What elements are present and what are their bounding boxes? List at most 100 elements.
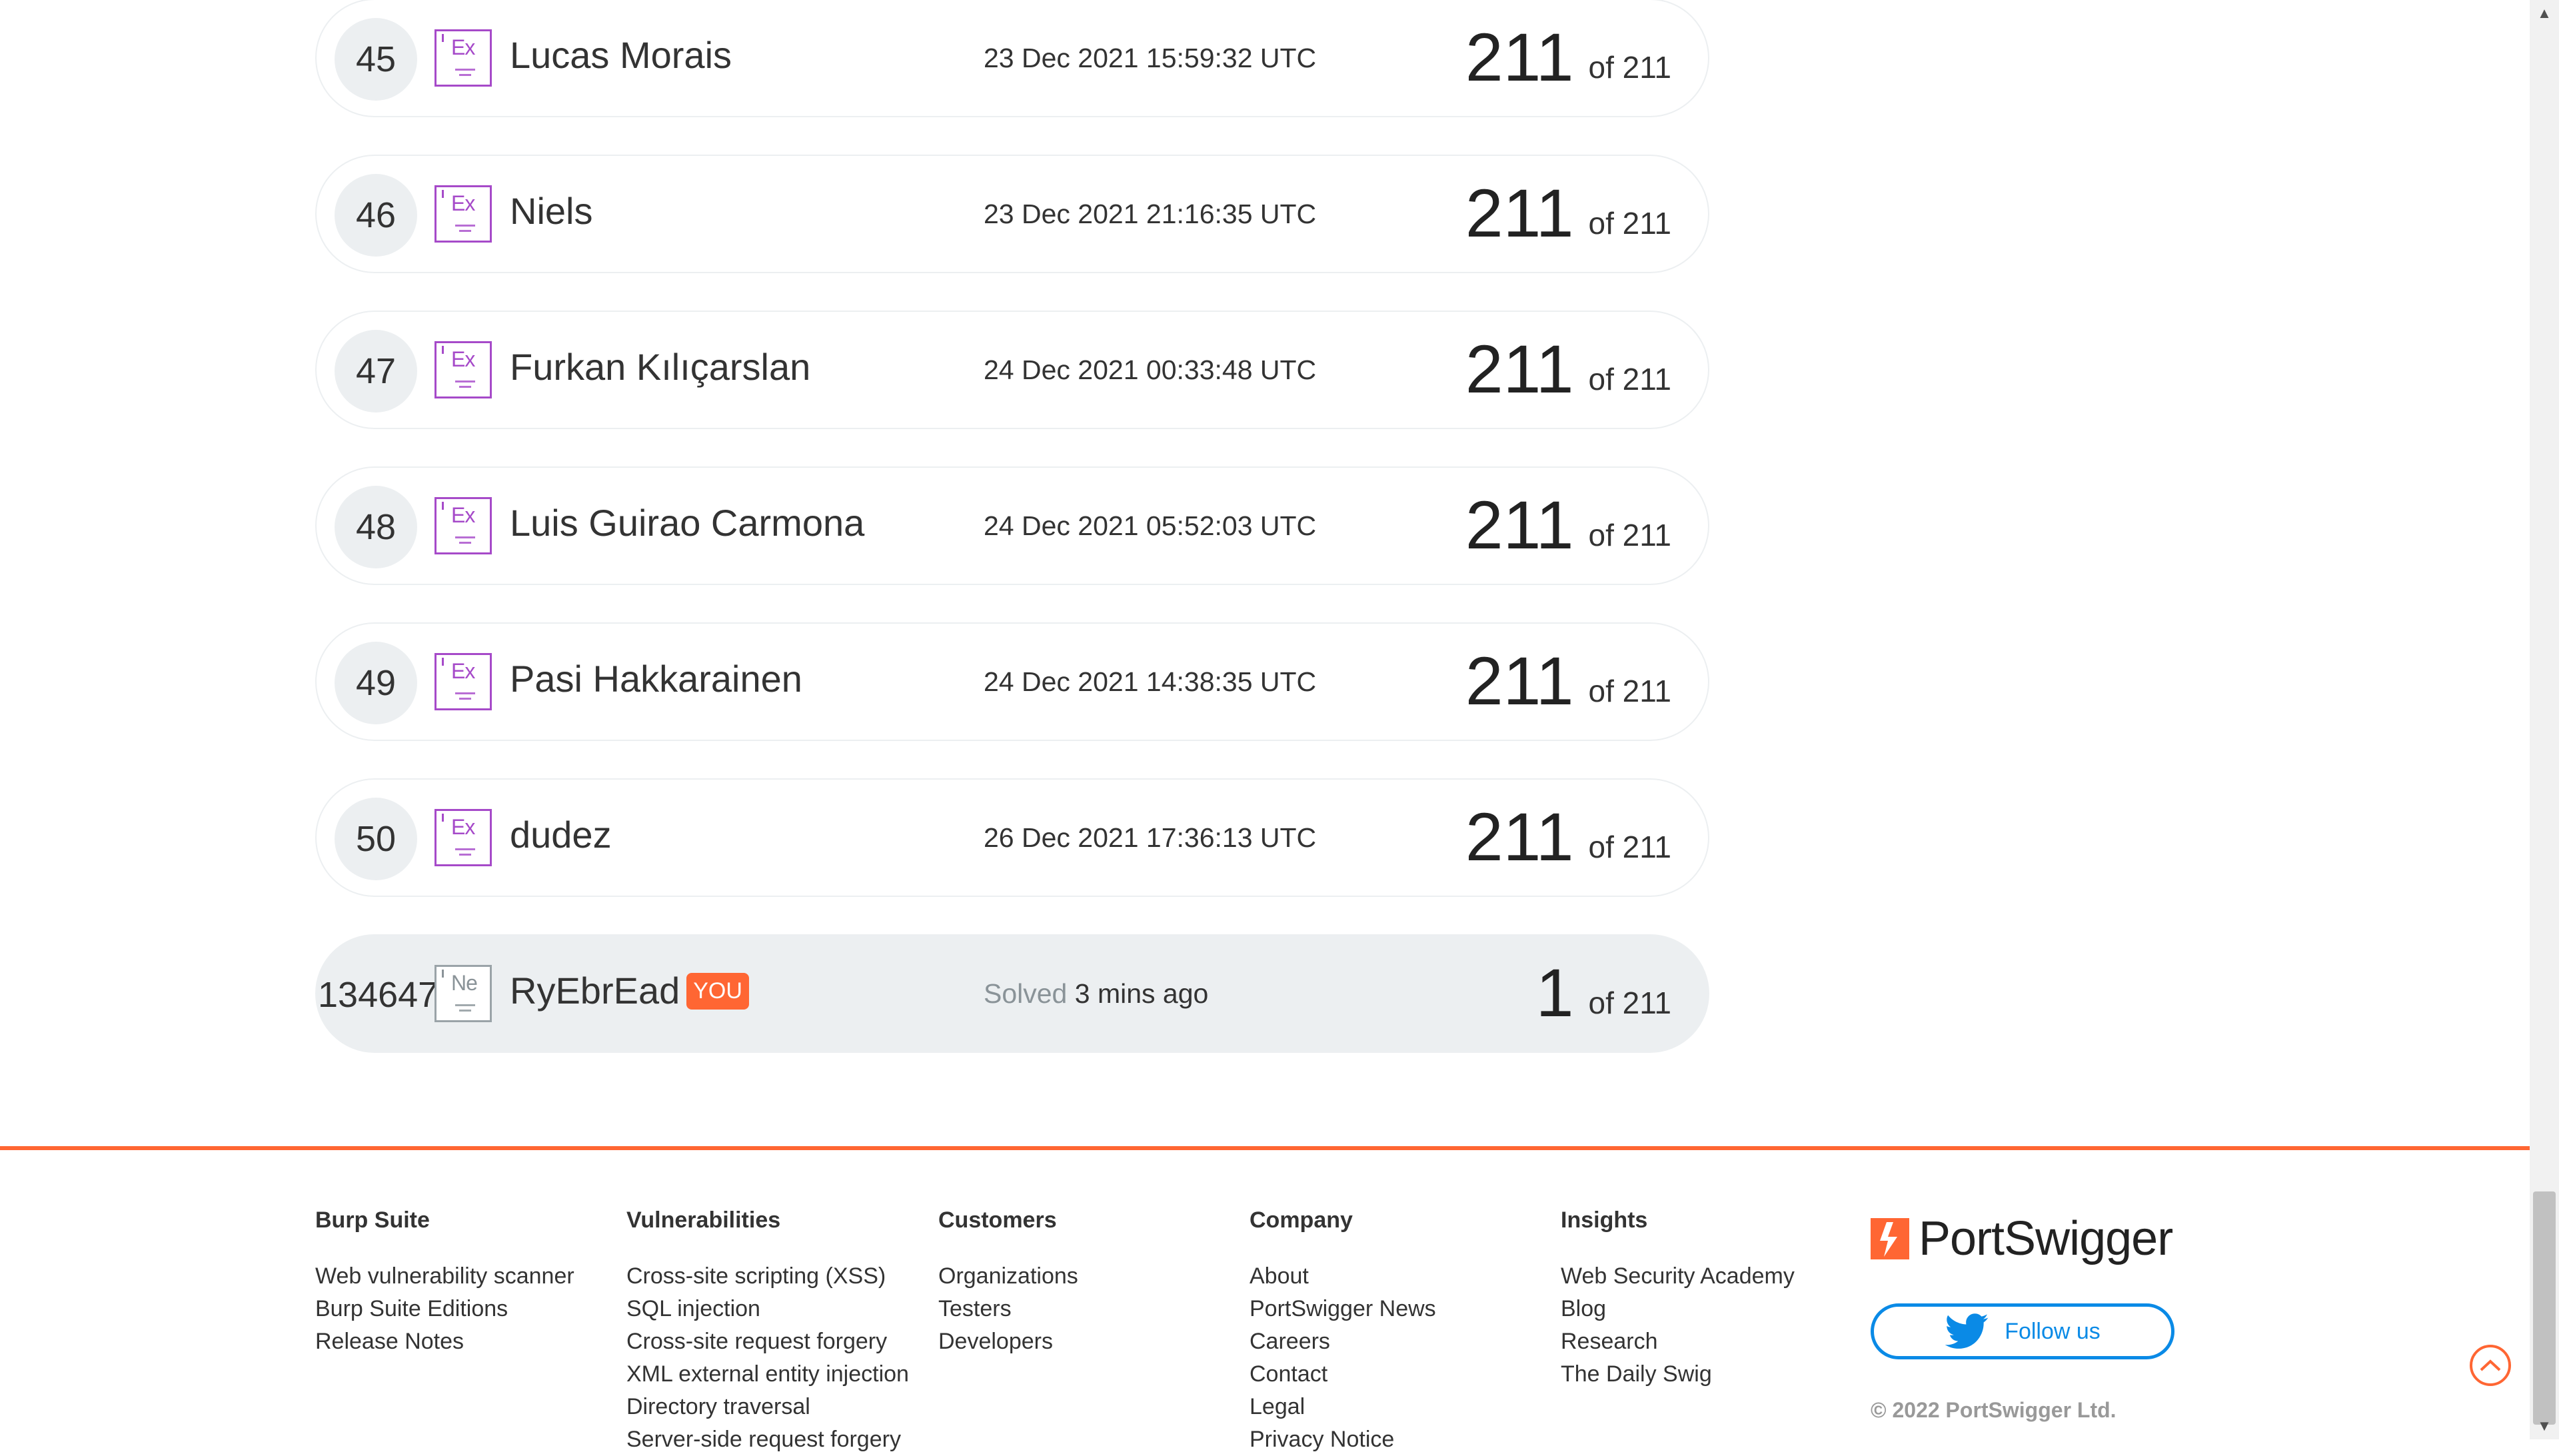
twitter-bird-icon — [1945, 1313, 1989, 1349]
footer-link[interactable]: PortSwigger News — [1250, 1293, 1436, 1325]
footer-link[interactable]: Careers — [1250, 1325, 1436, 1358]
footer-link[interactable]: Web vulnerability scanner — [315, 1260, 574, 1293]
footer-link[interactable]: Contact — [1250, 1358, 1436, 1391]
back-to-top-button[interactable] — [2470, 1345, 2511, 1386]
footer-column-company: Company About PortSwigger News Careers C… — [1250, 1207, 1436, 1456]
footer-link[interactable]: XML external entity injection — [626, 1358, 909, 1391]
user-name[interactable]: Niels — [510, 189, 592, 233]
rank: 45 — [335, 18, 417, 101]
chevron-up-icon — [2480, 1359, 2501, 1371]
footer-column-vulnerabilities: Vulnerabilities Cross-site scripting (XS… — [626, 1207, 909, 1456]
score: 211 of 211 — [1465, 800, 1671, 874]
completion-date: 26 Dec 2021 17:36:13 UTC — [984, 822, 1317, 853]
footer-link[interactable]: SQL injection — [626, 1293, 909, 1325]
rank: 49 — [335, 642, 417, 724]
footer-link[interactable]: Blog — [1561, 1293, 1795, 1325]
footer-link[interactable]: Research — [1561, 1325, 1795, 1358]
score-total: of 211 — [1588, 674, 1671, 708]
footer-link[interactable]: Testers — [938, 1293, 1078, 1325]
score: 211 of 211 — [1465, 332, 1671, 406]
brand-name: PortSwigger — [1919, 1212, 2173, 1265]
you-badge: YOU — [686, 972, 749, 1010]
score-value: 211 — [1465, 643, 1574, 719]
completion-date: 24 Dec 2021 00:33:48 UTC — [984, 355, 1317, 385]
expert-level-icon: Ex — [434, 497, 492, 554]
footer-link[interactable]: Server-side request forgery — [626, 1423, 909, 1456]
footer-link[interactable]: Organizations — [938, 1260, 1078, 1293]
score-total: of 211 — [1588, 50, 1671, 85]
score-value: 211 — [1465, 19, 1574, 95]
footer: Burp Suite Web vulnerability scanner Bur… — [0, 1150, 2530, 1452]
footer-column-customers: Customers Organizations Testers Develope… — [938, 1207, 1078, 1358]
newcomer-level-icon: Ne — [434, 965, 492, 1022]
leaderboard-row: 50 Ex dudez 26 Dec 2021 17:36:13 UTC 211… — [315, 778, 1709, 897]
score-total: of 211 — [1588, 986, 1671, 1020]
expert-level-icon: Ex — [434, 653, 492, 710]
footer-column-title: Customers — [938, 1207, 1057, 1233]
score: 211 of 211 — [1465, 20, 1671, 95]
footer-link[interactable]: Privacy Notice — [1250, 1423, 1436, 1456]
leaderboard-row: 45 Ex Lucas Morais 23 Dec 2021 15:59:32 … — [315, 0, 1709, 117]
copyright: © 2022 PortSwigger Ltd. — [1871, 1398, 2117, 1422]
scroll-up-arrow-icon[interactable]: ▲ — [2530, 0, 2559, 27]
score-value: 1 — [1535, 955, 1574, 1031]
portswigger-logo[interactable]: PortSwigger — [1871, 1211, 2173, 1266]
rank: 50 — [335, 798, 417, 880]
user-name[interactable]: RyEbrEad YOU — [510, 969, 749, 1012]
rank: 134647 — [318, 975, 438, 1015]
scroll-down-arrow-icon[interactable]: ▼ — [2530, 1413, 2559, 1439]
solved-status: Solved 3 mins ago — [984, 978, 1208, 1010]
user-name[interactable]: Furkan Kılıçarslan — [510, 345, 810, 388]
rank: 47 — [335, 330, 417, 412]
portswigger-logo-icon — [1871, 1218, 1909, 1259]
user-name[interactable]: Pasi Hakkarainen — [510, 657, 802, 700]
score-total: of 211 — [1588, 518, 1671, 552]
footer-link[interactable]: About — [1250, 1260, 1436, 1293]
footer-link[interactable]: Burp Suite Editions — [315, 1293, 574, 1325]
expert-level-icon: Ex — [434, 29, 492, 87]
score: 211 of 211 — [1465, 176, 1671, 251]
scroll-thumb[interactable] — [2533, 1191, 2556, 1425]
expert-level-icon: Ex — [434, 341, 492, 398]
page-scrollbar[interactable]: ▲ ▼ — [2530, 0, 2559, 1439]
score-total: of 211 — [1588, 830, 1671, 864]
score-value: 211 — [1465, 175, 1574, 251]
score-total: of 211 — [1588, 206, 1671, 241]
footer-column-burp-suite: Burp Suite Web vulnerability scanner Bur… — [315, 1207, 574, 1358]
footer-link[interactable]: Release Notes — [315, 1325, 574, 1358]
footer-link[interactable]: The Daily Swig — [1561, 1358, 1795, 1391]
footer-link[interactable]: Cross-site request forgery — [626, 1325, 909, 1358]
leaderboard-row: 47 Ex Furkan Kılıçarslan 24 Dec 2021 00:… — [315, 311, 1709, 429]
user-name-text: RyEbrEad — [510, 970, 680, 1012]
rank: 46 — [335, 174, 417, 257]
user-name[interactable]: Lucas Morais — [510, 33, 732, 77]
leaderboard-row: 48 Ex Luis Guirao Carmona 24 Dec 2021 05… — [315, 466, 1709, 585]
leaderboard-row: 49 Ex Pasi Hakkarainen 24 Dec 2021 14:38… — [315, 622, 1709, 741]
score-value: 211 — [1465, 331, 1574, 407]
footer-column-title: Burp Suite — [315, 1207, 430, 1233]
follow-label: Follow us — [2005, 1318, 2101, 1344]
footer-link[interactable]: Cross-site scripting (XSS) — [626, 1260, 909, 1293]
footer-link[interactable]: Directory traversal — [626, 1391, 909, 1423]
footer-link[interactable]: Web Security Academy — [1561, 1260, 1795, 1293]
solved-label: Solved — [984, 978, 1068, 1009]
score-total: of 211 — [1588, 362, 1671, 396]
completion-date: 24 Dec 2021 14:38:35 UTC — [984, 666, 1317, 697]
footer-column-insights: Insights Web Security Academy Blog Resea… — [1561, 1207, 1795, 1391]
footer-column-title: Vulnerabilities — [626, 1207, 781, 1233]
user-name[interactable]: Luis Guirao Carmona — [510, 501, 864, 544]
user-name[interactable]: dudez — [510, 813, 612, 856]
score-value: 211 — [1465, 487, 1574, 563]
expert-level-icon: Ex — [434, 185, 492, 243]
completion-date: 24 Dec 2021 05:52:03 UTC — [984, 510, 1317, 541]
solved-time: 3 mins ago — [1074, 978, 1209, 1009]
footer-column-title: Company — [1250, 1207, 1353, 1233]
completion-date: 23 Dec 2021 15:59:32 UTC — [984, 43, 1317, 73]
expert-level-icon: Ex — [434, 809, 492, 866]
footer-link[interactable]: Legal — [1250, 1391, 1436, 1423]
footer-link[interactable]: Developers — [938, 1325, 1078, 1358]
score: 211 of 211 — [1465, 644, 1671, 718]
score-value: 211 — [1465, 799, 1574, 875]
twitter-follow-button[interactable]: Follow us — [1871, 1303, 2174, 1359]
rank: 48 — [335, 486, 417, 568]
